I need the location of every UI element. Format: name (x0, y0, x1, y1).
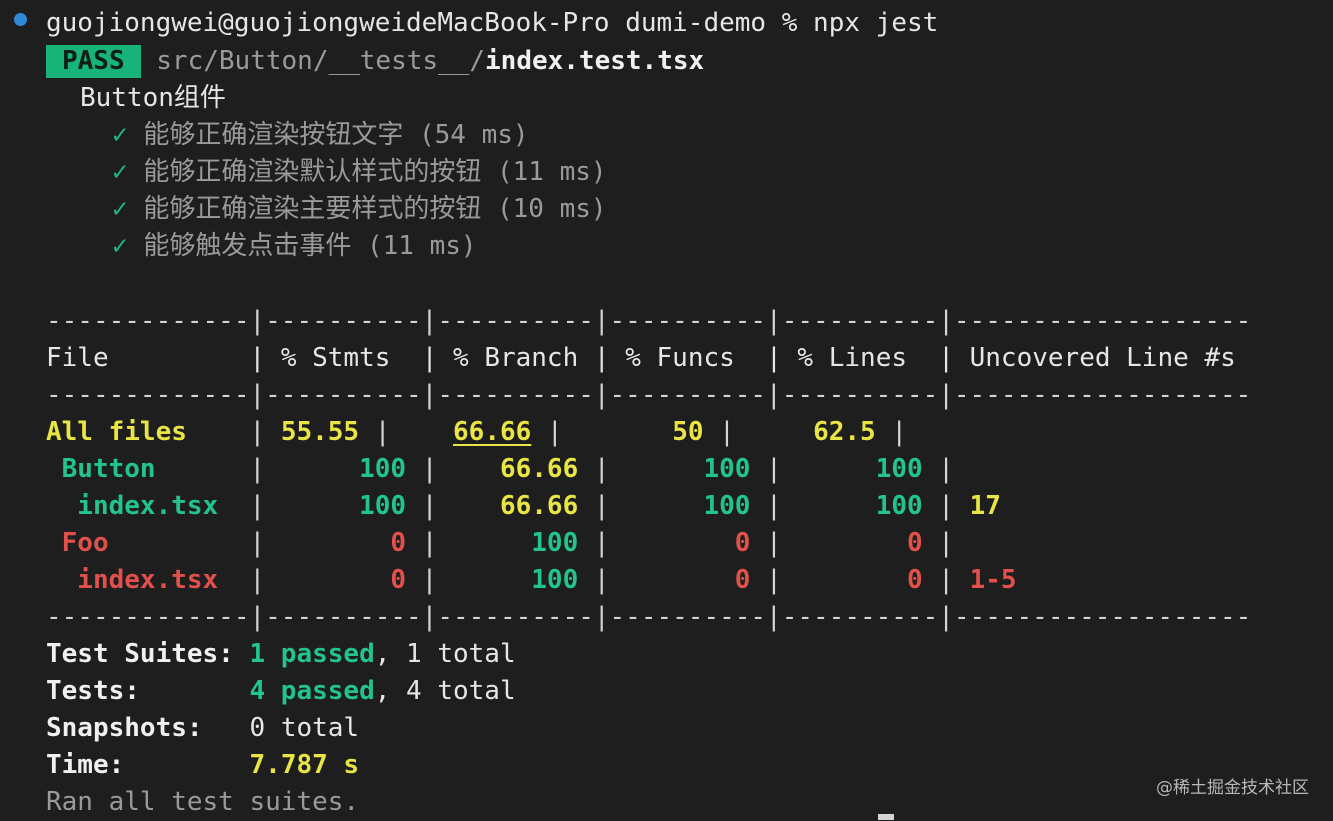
coverage-row: All files | 55.55 | 66.66 | 50 | 62.5 | (46, 417, 923, 447)
test-case-duration: (11 ms) (366, 231, 477, 261)
summary-tests-passed: 4 passed (249, 676, 375, 706)
coverage-lines: 0 (906, 565, 923, 595)
coverage-branch: 100 (531, 528, 579, 558)
summary-suites-total: , 1 total (374, 639, 516, 669)
coverage-lines: 0 (907, 528, 923, 558)
test-case-duration: (11 ms) (496, 157, 607, 187)
coverage-header-uncovered: Uncovered Line #s (969, 343, 1236, 373)
coverage-funcs: 50 (672, 417, 704, 447)
test-case-name: 能够正确渲染主要样式的按钮 (143, 194, 482, 224)
check-icon: ✓ (112, 120, 128, 150)
test-file-name: index.test.tsx (485, 46, 705, 76)
coverage-file: All files (46, 417, 187, 447)
test-case-name: 能够正确渲染按钮文字 (143, 120, 404, 150)
coverage-lines: 100 (875, 491, 923, 521)
coverage-lines: 62.5 (813, 417, 876, 447)
coverage-funcs: 0 (734, 528, 751, 558)
check-icon: ✓ (112, 231, 128, 261)
coverage-file: index.tsx (46, 491, 219, 521)
pass-badge: PASS (46, 45, 141, 78)
test-case: ✓ 能够正确渲染默认样式的按钮 (11 ms) (112, 154, 607, 191)
coverage-header-row: File | % Stmts | % Branch | % Funcs | % … (46, 343, 1236, 373)
check-icon: ✓ (112, 194, 128, 224)
coverage-branch: 66.66 (499, 491, 579, 521)
coverage-file: Foo (46, 528, 109, 558)
test-case: ✓ 能够正确渲染按钮文字 (54 ms) (112, 117, 529, 154)
coverage-stmts: 0 (390, 565, 407, 595)
coverage-row: index.tsx | 100 | 66.66 | 100 | 100 | 17 (46, 491, 1001, 521)
summary-snapshots-value: 0 total (249, 713, 360, 743)
coverage-header-stmts: % Stmts (280, 343, 391, 373)
coverage-header-lines: % Lines (797, 343, 907, 373)
watermark-text: @稀土掘金技术社区 (1156, 778, 1309, 798)
test-case-duration: (54 ms) (418, 120, 529, 150)
prompt-line: guojiongwei@guojiongweideMacBook-Pro dum… (46, 5, 938, 42)
prompt-status-dot-icon (14, 13, 27, 26)
summary-tests-label: Tests: (46, 676, 140, 706)
coverage-row: Button | 100 | 66.66 | 100 | 100 | (46, 454, 970, 484)
coverage-lines: 100 (875, 454, 923, 484)
coverage-uncovered: 17 (969, 491, 1001, 521)
test-case: ✓ 能够正确渲染主要样式的按钮 (10 ms) (112, 191, 607, 228)
test-case-duration: (10 ms) (496, 194, 607, 224)
coverage-stmts: 55.55 (280, 417, 360, 447)
coverage-row: Foo | 0 | 100 | 0 | 0 | (46, 528, 970, 558)
summary-suites: Test Suites: 1 passed, 1 total (46, 636, 516, 673)
coverage-header-funcs: % Funcs (625, 343, 735, 373)
prompt-directory: dumi-demo (625, 8, 767, 38)
coverage-header-file: File (46, 343, 109, 373)
summary-snapshots: Snapshots: 0 total (46, 710, 359, 747)
test-case-name: 能够正确渲染默认样式的按钮 (143, 157, 482, 187)
summary-time: Time: 7.787 s (46, 747, 359, 784)
test-file-result: PASS src/Button/__tests__/index.test.tsx (46, 43, 704, 80)
summary-tests-total: , 4 total (374, 676, 516, 706)
coverage-funcs: 100 (703, 491, 751, 521)
summary-time-value: 7.787 s (249, 750, 360, 780)
summary-tests: Tests: 4 passed, 4 total (46, 673, 516, 710)
coverage-divider: -------------|----------|----------|----… (46, 380, 1252, 410)
terminal-window[interactable]: guojiongwei@guojiongweideMacBook-Pro dum… (0, 0, 1333, 820)
summary-snapshots-label: Snapshots: (46, 713, 203, 743)
terminal-cursor (878, 814, 894, 820)
test-case: ✓ 能够触发点击事件 (11 ms) (112, 228, 477, 265)
summary-footer: Ran all test suites. (46, 787, 360, 817)
coverage-header-branch: % Branch (453, 343, 579, 373)
prompt-symbol: % (781, 8, 798, 38)
coverage-funcs: 100 (703, 454, 751, 484)
coverage-stmts: 100 (359, 491, 407, 521)
coverage-file: Button (46, 454, 156, 484)
coverage-stmts: 100 (359, 454, 407, 484)
prompt-user-host: guojiongwei@guojiongweideMacBook-Pro (46, 8, 610, 38)
coverage-branch: 66.66 (453, 417, 532, 447)
coverage-branch: 100 (531, 565, 579, 595)
summary-time-label: Time: (46, 750, 125, 780)
test-case-name: 能够触发点击事件 (143, 231, 352, 261)
suite-name: Button组件 (80, 83, 226, 113)
coverage-stmts: 0 (390, 528, 407, 558)
check-icon: ✓ (112, 157, 128, 187)
summary-suites-passed: 1 passed (249, 639, 375, 669)
prompt-command: npx jest (813, 8, 939, 38)
summary-suites-label: Test Suites: (46, 639, 234, 669)
coverage-branch: 66.66 (499, 454, 579, 484)
coverage-divider: -------------|----------|----------|----… (46, 602, 1252, 632)
coverage-uncovered: 1-5 (969, 565, 1017, 595)
test-file-dir: src/Button/__tests__/ (156, 46, 486, 76)
coverage-funcs: 0 (734, 565, 751, 595)
coverage-divider: -------------|----------|----------|----… (46, 306, 1252, 336)
coverage-row: index.tsx | 0 | 100 | 0 | 0 | 1-5 (46, 565, 1017, 595)
coverage-file: index.tsx (46, 565, 219, 595)
